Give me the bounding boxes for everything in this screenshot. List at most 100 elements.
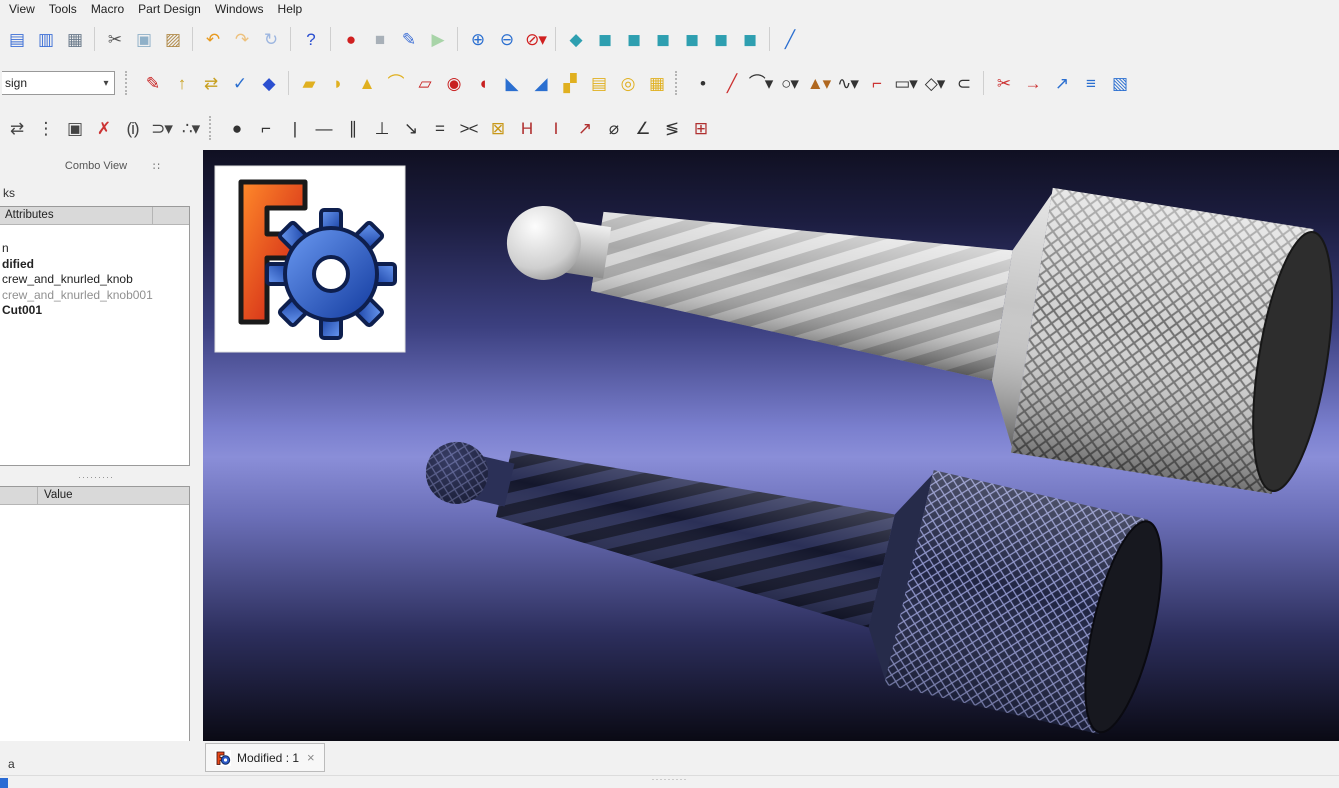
view-top-icon[interactable]: ◼ bbox=[620, 26, 647, 53]
bspline-icon[interactable]: ∿▾ bbox=[834, 70, 861, 97]
refresh-icon[interactable]: ↻ bbox=[257, 26, 284, 53]
document-tab[interactable]: Modified : 1 × bbox=[205, 743, 325, 772]
conic-icon[interactable]: ▲▾ bbox=[805, 70, 832, 97]
view-bottom-icon[interactable]: ◼ bbox=[707, 26, 734, 53]
tab-tasks-fragment[interactable]: ks bbox=[3, 186, 15, 200]
macro-stop-icon[interactable]: ■ bbox=[366, 26, 393, 53]
draw-style-icon[interactable]: ⊘▾ bbox=[522, 26, 549, 53]
undo-icon[interactable]: ↶ bbox=[199, 26, 226, 53]
circle-icon[interactable]: ○▾ bbox=[776, 70, 803, 97]
whats-this-icon[interactable]: ? bbox=[297, 26, 324, 53]
constraint-vertical-distance-icon[interactable]: I bbox=[542, 115, 569, 142]
zoom-box-icon[interactable]: ⊕ bbox=[464, 26, 491, 53]
paste-icon[interactable]: ▨ bbox=[159, 26, 186, 53]
constraint-angle-icon[interactable]: ∠ bbox=[629, 115, 656, 142]
menu-windows[interactable]: Windows bbox=[208, 1, 271, 17]
groove-icon[interactable]: ◖ bbox=[469, 70, 496, 97]
constraint-coincident-icon[interactable]: ● bbox=[223, 115, 250, 142]
select-constraints-icon[interactable]: ⋮ bbox=[32, 115, 59, 142]
tree-item-screw-and-knurled-knob[interactable]: crew_and_knurled_knob bbox=[0, 272, 189, 288]
save-icon[interactable]: ▥ bbox=[32, 26, 59, 53]
constraint-radius-icon[interactable]: ⌀ bbox=[600, 115, 627, 142]
workbench-selector[interactable]: sign ▾ bbox=[2, 71, 115, 95]
view-front-icon[interactable]: ◼ bbox=[591, 26, 618, 53]
constraint-block-icon[interactable]: ⊠ bbox=[484, 115, 511, 142]
constraint-symmetric-icon[interactable]: >< bbox=[455, 115, 482, 142]
macro-edit-icon[interactable]: ✎ bbox=[395, 26, 422, 53]
internal-geometry-icon[interactable]: ▣ bbox=[61, 115, 88, 142]
macro-play-icon[interactable]: ▶ bbox=[424, 26, 451, 53]
tree-item-n[interactable]: n bbox=[0, 241, 189, 257]
constraint-parallel-icon[interactable]: ∥ bbox=[339, 115, 366, 142]
connect-edges-icon[interactable]: ∴▾ bbox=[177, 115, 204, 142]
sketch-info-icon[interactable]: (i) bbox=[119, 115, 146, 142]
map-sketch-icon[interactable]: ↑ bbox=[168, 70, 195, 97]
multi-transform-icon[interactable]: ▦ bbox=[643, 70, 670, 97]
constraint-horizontal-icon[interactable]: — bbox=[310, 115, 337, 142]
polyline-icon[interactable]: ⌐ bbox=[863, 70, 890, 97]
macro-record-icon[interactable]: ● bbox=[337, 26, 364, 53]
constraint-point-on-object-icon[interactable]: ⌐ bbox=[252, 115, 279, 142]
point-icon[interactable]: • bbox=[689, 70, 716, 97]
zoom-fit-icon[interactable]: ⊖ bbox=[493, 26, 520, 53]
open-icon[interactable]: ▤ bbox=[3, 26, 30, 53]
copy-icon[interactable]: ▣ bbox=[130, 26, 157, 53]
create-body-icon[interactable]: ◆ bbox=[255, 70, 282, 97]
pocket-icon[interactable]: ▱ bbox=[411, 70, 438, 97]
screw-shaded[interactable] bbox=[486, 150, 1339, 499]
pad-icon[interactable]: ▰ bbox=[295, 70, 322, 97]
constraint-equal-icon[interactable]: = bbox=[426, 115, 453, 142]
additive-pipe-icon[interactable]: ⌒ bbox=[382, 70, 409, 97]
3d-viewport[interactable] bbox=[203, 150, 1339, 741]
additive-loft-icon[interactable]: ▲ bbox=[353, 70, 380, 97]
carbon-copy-icon[interactable]: ≡ bbox=[1077, 70, 1104, 97]
constraint-distance-icon[interactable]: ↗ bbox=[571, 115, 598, 142]
tree-item-screw-and-knurled-knob-001[interactable]: crew_and_knurled_knob001 bbox=[0, 288, 189, 304]
view-axonometric-icon[interactable]: ◆ bbox=[562, 26, 589, 53]
line-icon[interactable]: ╱ bbox=[718, 70, 745, 97]
redo-icon[interactable]: ↷ bbox=[228, 26, 255, 53]
toggle-driving-constraint-icon[interactable]: ⊞ bbox=[687, 115, 714, 142]
validate-sketch-icon[interactable]: ✓ bbox=[226, 70, 253, 97]
tree-item-modified[interactable]: dified bbox=[0, 257, 189, 273]
create-sketch-icon[interactable]: ✎ bbox=[139, 70, 166, 97]
polar-pattern-icon[interactable]: ◎ bbox=[614, 70, 641, 97]
tree-item-cut001[interactable]: Cut001 bbox=[0, 303, 189, 319]
close-icon[interactable]: × bbox=[307, 750, 315, 765]
print-icon[interactable]: ▦ bbox=[61, 26, 88, 53]
splitter-handle[interactable]: ········· bbox=[0, 472, 192, 482]
measure-icon[interactable]: ╱ bbox=[776, 26, 803, 53]
mirrored-icon[interactable]: ▞ bbox=[556, 70, 583, 97]
dock-icon[interactable]: ∷ bbox=[153, 160, 160, 173]
reorient-sketch-icon[interactable]: ⇄ bbox=[197, 70, 224, 97]
rectangle-icon[interactable]: ▭▾ bbox=[892, 70, 919, 97]
menu-tools[interactable]: Tools bbox=[42, 1, 84, 17]
view-right-icon[interactable]: ◼ bbox=[649, 26, 676, 53]
constraint-perpendicular-icon[interactable]: ⊥ bbox=[368, 115, 395, 142]
menu-help[interactable]: Help bbox=[271, 1, 310, 17]
slot-icon[interactable]: ⊂ bbox=[950, 70, 977, 97]
cut-icon[interactable]: ✂ bbox=[101, 26, 128, 53]
chamfer-icon[interactable]: ◢ bbox=[527, 70, 554, 97]
view-rear-icon[interactable]: ◼ bbox=[678, 26, 705, 53]
menu-view[interactable]: View bbox=[2, 1, 42, 17]
revolution-icon[interactable]: ◗ bbox=[324, 70, 351, 97]
convert-geometry-icon[interactable]: ⇄ bbox=[3, 115, 30, 142]
delete-all-geometry-icon[interactable]: ✗ bbox=[90, 115, 117, 142]
extend-icon[interactable]: → bbox=[1019, 70, 1046, 97]
constraint-tangent-icon[interactable]: ↘ bbox=[397, 115, 424, 142]
trim-icon[interactable]: ✂ bbox=[990, 70, 1017, 97]
constraint-vertical-icon[interactable]: | bbox=[281, 115, 308, 142]
linear-pattern-icon[interactable]: ▤ bbox=[585, 70, 612, 97]
external-geometry-icon[interactable]: ↗ bbox=[1048, 70, 1075, 97]
view-left-icon[interactable]: ◼ bbox=[736, 26, 763, 53]
constraint-horizontal-distance-icon[interactable]: H bbox=[513, 115, 540, 142]
menu-part-design[interactable]: Part Design bbox=[131, 1, 208, 17]
statusbar-handle[interactable]: ········· bbox=[652, 774, 688, 784]
hole-icon[interactable]: ◉ bbox=[440, 70, 467, 97]
construction-mode-icon[interactable]: ▧ bbox=[1106, 70, 1133, 97]
fillet-icon[interactable]: ◣ bbox=[498, 70, 525, 97]
arc-icon[interactable]: ⌒▾ bbox=[747, 70, 774, 97]
close-shape-icon[interactable]: ⊃▾ bbox=[148, 115, 175, 142]
constraint-snell-icon[interactable]: ≶ bbox=[658, 115, 685, 142]
